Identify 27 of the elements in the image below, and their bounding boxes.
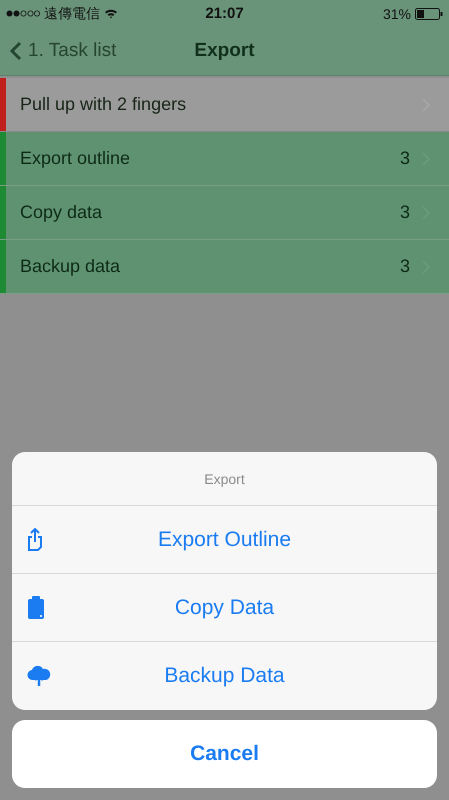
- list-row[interactable]: Copy data 3: [0, 186, 449, 240]
- signal-icon: [6, 10, 40, 17]
- row-count: 3: [400, 148, 410, 169]
- action-button[interactable]: Backup Data: [12, 642, 437, 710]
- battery-percent: 31%: [382, 6, 411, 22]
- share-icon: [27, 528, 43, 552]
- row-label: Pull up with 2 fingers: [20, 94, 188, 115]
- battery-icon: [415, 8, 443, 20]
- row-label: Backup data: [20, 256, 122, 277]
- row-count: 3: [400, 256, 410, 277]
- carrier-name: 遠傳電信: [44, 4, 100, 22]
- clock-time: 21:07: [205, 5, 244, 22]
- back-button[interactable]: 1. Task list: [0, 40, 126, 62]
- cloud-upload-icon: [27, 665, 51, 687]
- back-chevron-icon: [10, 41, 22, 61]
- wifi-icon: [104, 8, 118, 19]
- sheet-title: Export: [12, 452, 437, 506]
- row-count: 3: [400, 202, 410, 223]
- row-label: Copy data: [20, 202, 104, 223]
- list-row[interactable]: Backup data 3: [0, 240, 449, 294]
- cancel-button[interactable]: Cancel: [12, 720, 437, 788]
- row-label: Export outline: [20, 148, 132, 169]
- clipboard-icon: [27, 596, 45, 620]
- nav-title: Export: [194, 40, 255, 62]
- list-row[interactable]: Export outline 3: [0, 132, 449, 186]
- action-button[interactable]: Export Outline: [12, 506, 437, 574]
- action-button[interactable]: Copy Data: [12, 574, 437, 642]
